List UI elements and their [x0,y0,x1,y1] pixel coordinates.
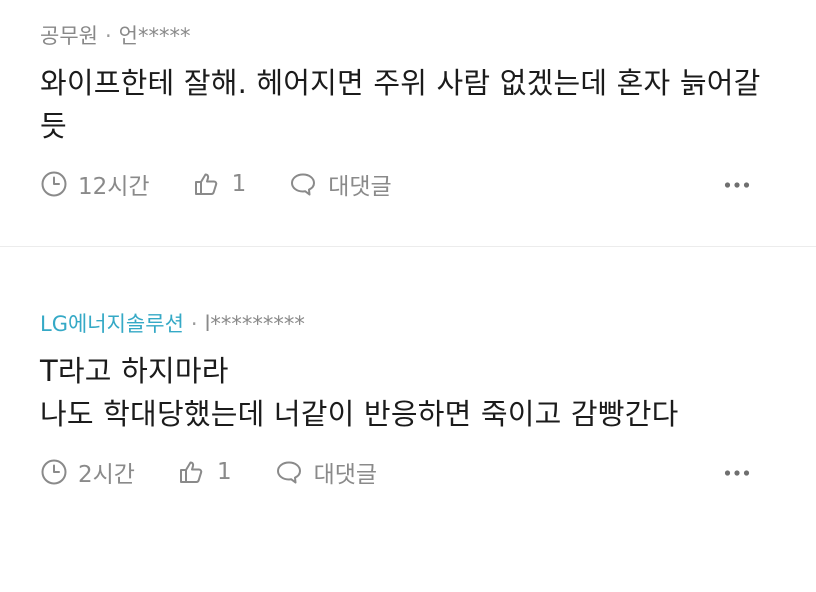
comment-item: LG에너지솔루션 · l********* T라고 하지마라 나도 학대당했는데 너… [0,248,816,592]
speech-bubble-icon [276,461,301,484]
comment-item: 공무원 · 언***** 와이프한테 잘해. 헤어지면 주위 사람 없겠는데 혼자 … [0,0,816,246]
username: 언***** [118,24,191,48]
more-options-button[interactable] [722,170,752,200]
comment-time: 12시간 [40,167,150,201]
like-count: 1 [216,459,232,485]
comment-feed: 공무원 · 언***** 와이프한테 잘해. 헤어지면 주위 사람 없겠는데 혼자 … [0,0,816,592]
like-button[interactable]: 1 [192,170,247,198]
comment-text: T라고 하지마라 나도 학대당했는데 너같이 반응하면 죽이고 감빵간다 [40,354,679,431]
like-count: 1 [231,171,247,197]
comment-text: 와이프한테 잘해. 헤어지면 주위 사람 없겠는데 혼자 늙어갈 듯 [40,66,761,143]
clock-icon [41,459,67,485]
thumbs-up-icon [194,173,217,195]
reply-label: 대댓글 [313,462,378,488]
meta-separator: · [190,312,198,336]
company-label[interactable]: 공무원 [40,24,98,48]
meta-separator: · [104,24,112,48]
thumbs-up-icon [179,461,203,483]
time-label: 2시간 [78,462,135,488]
comment-meta: LG에너지솔루션 · l********* [40,310,305,338]
comment-meta: 공무원 · 언***** [40,22,190,50]
clock-icon [41,171,67,197]
comment-actions: 2시간 1 대댓글 [40,454,776,490]
more-options-button[interactable] [722,458,752,488]
reply-button[interactable]: 대댓글 [274,455,377,489]
time-label: 12시간 [78,174,150,200]
like-button[interactable]: 1 [177,458,232,486]
comment-divider [0,246,816,247]
comment-actions: 12시간 1 대댓글 [40,166,776,202]
reply-button[interactable]: 대댓글 [288,167,392,201]
company-label[interactable]: LG에너지솔루션 [40,312,184,336]
more-dots-icon [724,182,750,188]
more-dots-icon [724,470,750,476]
speech-bubble-icon [291,173,316,196]
comment-time: 2시간 [40,455,135,489]
reply-label: 대댓글 [328,174,392,200]
username: l********* [204,312,305,336]
